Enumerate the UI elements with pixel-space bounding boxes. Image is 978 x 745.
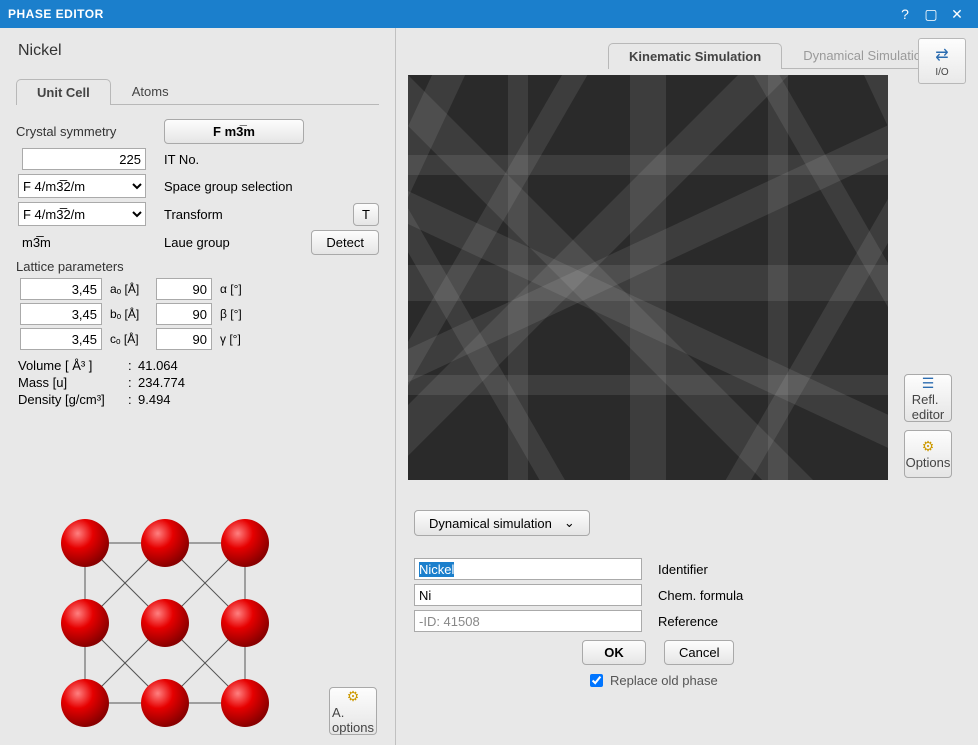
help-icon[interactable]: ? bbox=[892, 6, 918, 22]
formula-input[interactable] bbox=[414, 584, 642, 606]
close-icon[interactable]: ✕ bbox=[944, 6, 970, 23]
right-tabs: Kinematic Simulation Dynamical Simulatio… bbox=[608, 42, 962, 69]
left-pane: Nickel Unit Cell Atoms Crystal symmetry … bbox=[0, 28, 395, 745]
mass-label: Mass [u] bbox=[18, 375, 128, 390]
maximize-icon[interactable]: ▢ bbox=[918, 6, 944, 23]
tab-kinematic[interactable]: Kinematic Simulation bbox=[608, 43, 782, 69]
identifier-input[interactable]: Nickel bbox=[414, 558, 642, 580]
bottom-block: Dynamical simulation ⌄ Nickel Identifier… bbox=[414, 510, 966, 690]
it-no-label: IT No. bbox=[164, 152, 379, 167]
io-button[interactable]: ⇄ I/O bbox=[918, 38, 966, 84]
laue-label: Laue group bbox=[164, 235, 293, 250]
replace-old-checkbox[interactable] bbox=[590, 674, 603, 687]
lattice-grid: aₒ [Å] α [°] bₒ [Å] β [°] cₒ [Å] γ [°] bbox=[20, 278, 379, 350]
phase-name: Nickel bbox=[18, 42, 379, 60]
beta-input[interactable] bbox=[156, 303, 212, 325]
beta-unit: β [°] bbox=[220, 307, 250, 321]
cancel-button[interactable]: Cancel bbox=[664, 640, 734, 665]
simulation-row: ☰ Refl. editor ⚙ Options bbox=[408, 73, 966, 480]
reference-label: Reference bbox=[658, 614, 718, 629]
mass-value: 234.774 bbox=[138, 375, 379, 390]
detect-button[interactable]: Detect bbox=[311, 230, 379, 255]
swap-icon: ⇄ bbox=[935, 45, 948, 65]
info-grid: Volume [ Å³ ]:41.064 Mass [u]:234.774 De… bbox=[18, 358, 379, 407]
tab-unit-cell[interactable]: Unit Cell bbox=[16, 79, 111, 105]
identifier-label: Identifier bbox=[658, 562, 708, 577]
unit-cell-view[interactable] bbox=[50, 508, 280, 738]
replace-old-label: Replace old phase bbox=[610, 673, 718, 688]
volume-value: 41.064 bbox=[138, 358, 379, 373]
a-unit: aₒ [Å] bbox=[110, 282, 150, 296]
right-pane: ⇄ I/O Kinematic Simulation Dynamical Sim… bbox=[395, 28, 978, 745]
a-options-button[interactable]: ⚙ A. options bbox=[329, 687, 377, 735]
reference-input[interactable] bbox=[414, 610, 642, 632]
list-icon: ☰ bbox=[922, 375, 935, 392]
alpha-unit: α [°] bbox=[220, 282, 250, 296]
tab-atoms[interactable]: Atoms bbox=[111, 78, 190, 104]
gamma-unit: γ [°] bbox=[220, 332, 250, 346]
b-input[interactable] bbox=[20, 303, 102, 325]
refl-editor-button[interactable]: ☰ Refl. editor bbox=[904, 374, 952, 422]
space-group-button[interactable]: F m3̅m bbox=[164, 119, 304, 144]
ok-button[interactable]: OK bbox=[582, 640, 646, 665]
options-icon: ⚙ bbox=[347, 688, 360, 705]
laue-value: m3̅m bbox=[16, 235, 146, 250]
a-input[interactable] bbox=[20, 278, 102, 300]
space-group-label: Space group selection bbox=[164, 179, 379, 194]
it-no-input[interactable] bbox=[22, 148, 146, 170]
simulation-canvas[interactable] bbox=[408, 75, 888, 480]
side-buttons: ☰ Refl. editor ⚙ Options bbox=[904, 73, 952, 480]
volume-label: Volume [ Å³ ] bbox=[18, 358, 128, 373]
density-label: Density [g/cm³] bbox=[18, 392, 128, 407]
density-value: 9.494 bbox=[138, 392, 379, 407]
gamma-input[interactable] bbox=[156, 328, 212, 350]
transform-label: Transform bbox=[164, 207, 335, 222]
titlebar: PHASE EDITOR ? ▢ ✕ bbox=[0, 0, 978, 28]
left-tabs: Unit Cell Atoms bbox=[16, 78, 379, 105]
lattice-params-label: Lattice parameters bbox=[16, 259, 379, 274]
chevron-down-icon: ⌄ bbox=[564, 515, 575, 531]
c-input[interactable] bbox=[20, 328, 102, 350]
transform-t-button[interactable]: T bbox=[353, 203, 379, 226]
space-group-select[interactable]: F 4/m3̅2/m bbox=[18, 174, 146, 198]
crystal-symmetry-label: Crystal symmetry bbox=[16, 124, 146, 139]
transform-select[interactable]: F 4/m3̅2/m bbox=[18, 202, 146, 226]
alpha-input[interactable] bbox=[156, 278, 212, 300]
options-button[interactable]: ⚙ Options bbox=[904, 430, 952, 478]
c-unit: cₒ [Å] bbox=[110, 332, 150, 346]
formula-label: Chem. formula bbox=[658, 588, 743, 603]
b-unit: bₒ [Å] bbox=[110, 307, 150, 321]
content: Nickel Unit Cell Atoms Crystal symmetry … bbox=[0, 28, 978, 745]
dynamical-sim-button[interactable]: Dynamical simulation ⌄ bbox=[414, 510, 590, 536]
window-title: PHASE EDITOR bbox=[8, 7, 892, 21]
options-icon: ⚙ bbox=[922, 438, 935, 455]
